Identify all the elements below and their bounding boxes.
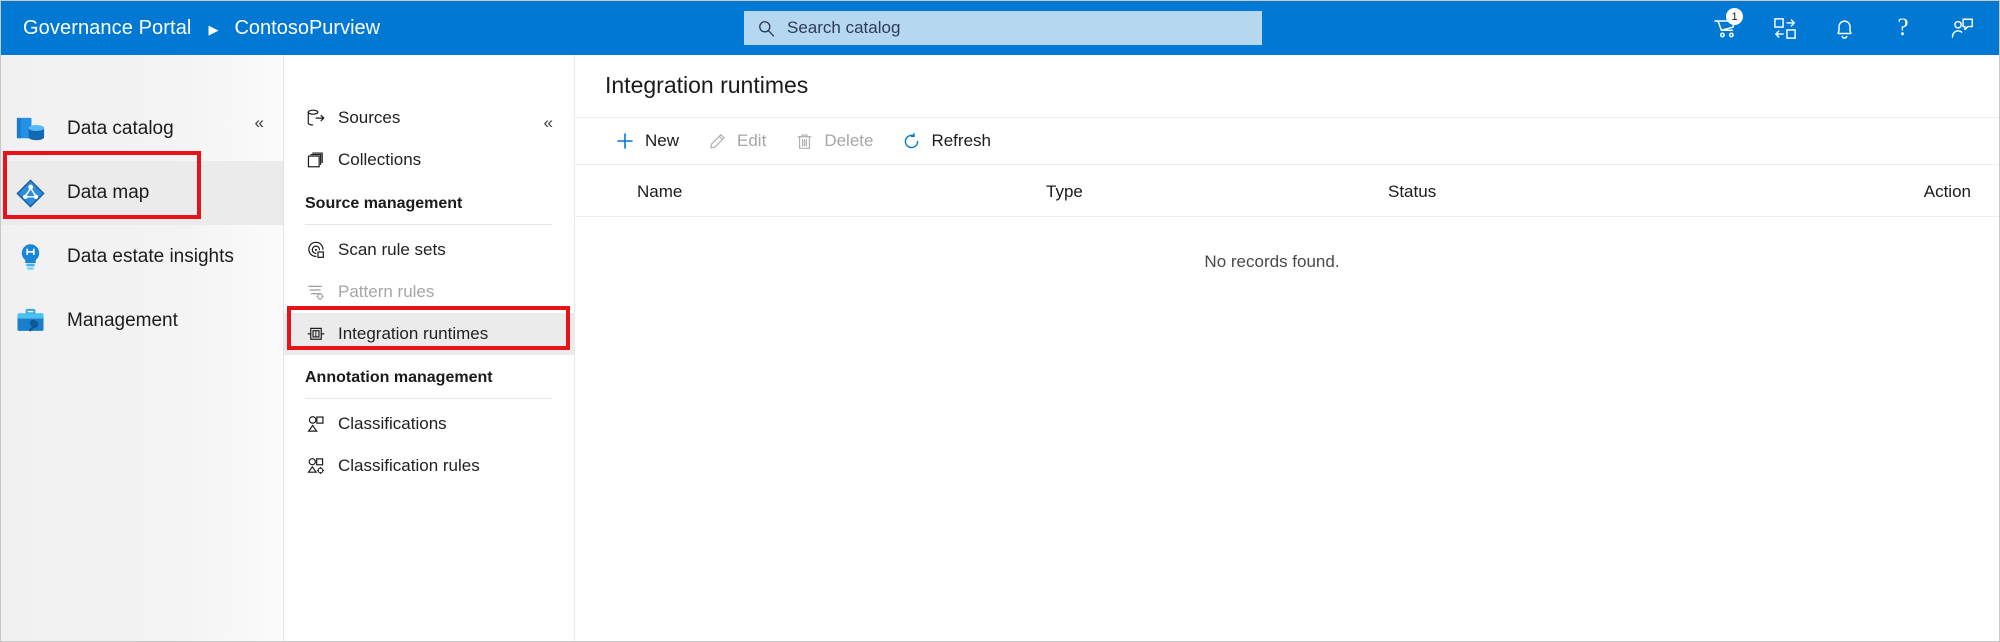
delete-button: Delete (780, 122, 887, 160)
classifications-icon (305, 414, 326, 435)
sidebar-item-list: Data catalog Data map Data estate insigh… (1, 97, 283, 353)
data-estate-insights-icon (13, 240, 47, 274)
sidebar-item-data-catalog[interactable]: Data catalog (1, 97, 283, 161)
nav-item-label: Classification rules (338, 456, 480, 475)
nav-group-source-management: Source management (284, 181, 574, 215)
edit-button: Edit (693, 122, 780, 160)
search-bar[interactable]: Search catalog (744, 11, 1262, 45)
nav-item-label: Scan rule sets (338, 240, 446, 259)
nav-group-label: Source management (305, 195, 463, 212)
nav-group-divider (305, 224, 552, 225)
nav-group-annotation-management: Annotation management (284, 355, 574, 389)
nav-item-label: Classifications (338, 414, 447, 433)
sidebar-item-label: Data estate insights (67, 246, 234, 267)
nav-item-label: Pattern rules (338, 282, 435, 301)
nav-item-integration-runtimes[interactable]: Integration runtimes (284, 313, 574, 355)
sources-icon (305, 108, 326, 129)
data-map-icon (13, 176, 47, 210)
top-navigation-bar: Governance Portal ▶ ContosoPurview Searc… (1, 1, 1999, 55)
cart-badge-count: 1 (1726, 8, 1743, 25)
nav-item-label: Integration runtimes (338, 324, 489, 343)
sidebar-item-label: Data map (67, 182, 150, 203)
integration-runtimes-icon (305, 324, 326, 345)
nav-item-classification-rules[interactable]: Classification rules (284, 445, 574, 487)
cart-icon[interactable]: 1 (1711, 8, 1743, 43)
sidebar-item-label: Management (67, 310, 178, 331)
command-label: Delete (824, 131, 874, 150)
column-header-type[interactable]: Type (1046, 182, 1083, 202)
breadcrumb: Governance Portal ▶ ContosoPurview (1, 1, 380, 55)
nav-item-scan-rule-sets[interactable]: Scan rule sets (284, 229, 574, 271)
column-header-name[interactable]: Name (637, 182, 682, 202)
nav-item-label: Collections (338, 150, 422, 169)
sidebar-item-management[interactable]: Management (1, 289, 283, 353)
new-button[interactable]: New (601, 122, 693, 160)
sidebar-item-data-estate-insights[interactable]: Data estate insights (1, 225, 283, 289)
nav-group-label: Annotation management (305, 369, 493, 386)
command-bar: New Edit Delete Refresh (575, 117, 1999, 165)
data-share-icon[interactable] (1770, 13, 1800, 43)
refresh-icon (901, 131, 921, 151)
nav-item-label: Sources (338, 108, 401, 127)
nav-item-pattern-rules: Pattern rules (284, 271, 574, 313)
collections-icon (305, 150, 326, 171)
pattern-rules-icon (305, 282, 326, 303)
column-header-action[interactable]: Action (1924, 182, 1971, 202)
classification-rules-icon (305, 456, 326, 477)
trash-icon (794, 131, 814, 151)
feedback-icon[interactable] (1947, 13, 1977, 43)
sidebar-item-label: Data catalog (67, 118, 174, 139)
sidebar-item-data-map[interactable]: Data map (1, 161, 283, 225)
nav-item-sources[interactable]: Sources (284, 97, 574, 139)
nav-item-collections[interactable]: Collections (284, 139, 574, 181)
scan-rule-sets-icon (305, 240, 326, 261)
main-content-area: Integration runtimes New Edit Delete Ref… (575, 55, 1999, 641)
top-bar-icon-group: 1 ? (1711, 1, 1977, 55)
table-empty-state: No records found. (575, 217, 1999, 307)
column-header-status[interactable]: Status (1388, 182, 1436, 202)
command-label: Refresh (931, 131, 991, 150)
help-icon[interactable]: ? (1888, 13, 1918, 43)
integration-runtimes-table: Name Type Status Action No records found… (575, 165, 1999, 307)
data-catalog-icon (13, 112, 47, 146)
refresh-button[interactable]: Refresh (887, 122, 1005, 160)
nav-item-classifications[interactable]: Classifications (284, 403, 574, 445)
nav-panel-item-list: Sources Collections Source management Sc… (284, 97, 574, 487)
nav-group-divider (305, 398, 552, 399)
management-icon (13, 304, 47, 338)
breadcrumb-chevron-right-icon: ▶ (208, 21, 219, 37)
purview-governance-portal-window: Governance Portal ▶ ContosoPurview Searc… (0, 0, 2000, 642)
table-header-row: Name Type Status Action (575, 165, 1999, 217)
search-icon (757, 19, 776, 38)
pencil-icon (707, 131, 727, 151)
command-label: New (645, 131, 680, 150)
primary-sidebar: « Data catalog Data map Data estate insi… (1, 55, 284, 641)
command-label: Edit (737, 131, 767, 150)
page-title: Integration runtimes (605, 72, 809, 98)
search-input-placeholder[interactable]: Search catalog (787, 18, 900, 38)
product-title[interactable]: Governance Portal (23, 17, 191, 40)
empty-state-message: No records found. (1204, 252, 1340, 271)
plus-icon (615, 131, 635, 151)
account-name[interactable]: ContosoPurview (234, 17, 380, 40)
data-map-nav-panel: « Sources Collections Source management … (284, 55, 575, 641)
bell-icon[interactable] (1829, 13, 1859, 43)
